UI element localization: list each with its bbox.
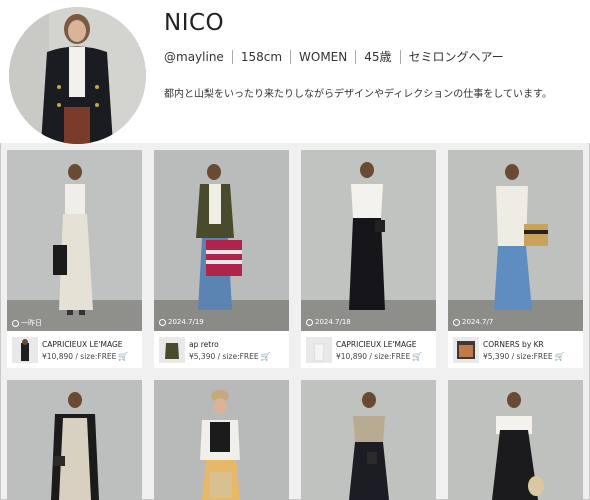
outfit-photo[interactable] (448, 380, 583, 500)
post-card[interactable]: 2024.7/18 CAPRICIEUX LE'MAGE ¥10,890 / s… (301, 150, 436, 368)
item-brand[interactable]: CAPRICIEUX LE'MAGE (336, 340, 417, 349)
item-price: ¥5,390 / size:FREE 🛒 (483, 352, 565, 361)
post-date: 2024.7/7 (453, 318, 493, 326)
profile-gender: WOMEN (299, 49, 348, 64)
clock-icon (453, 318, 460, 326)
profile-bio: 都内と山梨をいったり来たりしながらデザインやディレクションの仕事をしています。 (164, 89, 552, 100)
profile-header: NICO @mayline 158cm WOMEN 45歳 セミロングヘアー 都… (0, 0, 590, 144)
item-brand[interactable]: ap retro (189, 340, 219, 349)
item-price: ¥10,890 / size:FREE 🛒 (42, 352, 129, 361)
outfit-photo[interactable] (7, 380, 142, 500)
profile-name: NICO (164, 10, 225, 36)
divider (290, 49, 292, 64)
profile-handle[interactable]: @mayline (164, 50, 224, 64)
clock-icon (159, 318, 166, 326)
post-card[interactable]: 2024.7/7 CORNERS by KR ¥5,390 / size:FRE… (448, 150, 583, 368)
post-card[interactable]: 2024.7/19 ap retro ¥5,390 / size:FREE 🛒 (154, 150, 289, 368)
outfit-photo[interactable] (154, 380, 289, 500)
post-date: 2024.7/18 (306, 318, 351, 326)
cart-icon[interactable]: 🛒 (555, 352, 565, 361)
item-brand[interactable]: CORNERS by KR (483, 340, 544, 349)
item-thumbnail[interactable] (306, 337, 332, 363)
divider (355, 49, 357, 64)
cart-icon[interactable]: 🛒 (118, 352, 128, 361)
profile-hair: セミロングヘアー (408, 50, 504, 64)
post-date: 一昨日 (12, 318, 42, 328)
profile-height: 158cm (240, 49, 283, 64)
post-date: 2024.7/19 (159, 318, 204, 326)
item-thumbnail[interactable] (12, 337, 38, 363)
item-price: ¥5,390 / size:FREE 🛒 (189, 352, 271, 361)
outfit-photo[interactable] (301, 150, 436, 331)
avatar[interactable] (9, 7, 146, 144)
cart-icon[interactable]: 🛒 (412, 352, 422, 361)
item-thumbnail[interactable] (159, 337, 185, 363)
divider (231, 49, 233, 64)
outfit-photo[interactable] (448, 150, 583, 331)
clock-icon (12, 319, 19, 327)
outfit-photo[interactable] (7, 150, 142, 331)
item-price: ¥10,890 / size:FREE 🛒 (336, 352, 423, 361)
outfit-photo[interactable] (301, 380, 436, 500)
item-brand[interactable]: CAPRICIEUX LE'MAGE (42, 340, 123, 349)
item-thumbnail[interactable] (453, 337, 479, 363)
outfit-photo[interactable] (154, 150, 289, 331)
post-card[interactable]: 一昨日 CAPRICIEUX LE'MAGE ¥10,890 / size:FR… (7, 150, 142, 368)
profile-meta: @mayline 158cm WOMEN 45歳 セミロングヘアー (164, 48, 504, 65)
divider (399, 49, 401, 64)
cart-icon[interactable]: 🛒 (261, 352, 271, 361)
profile-age: 45歳 (364, 50, 392, 64)
clock-icon (306, 318, 313, 326)
